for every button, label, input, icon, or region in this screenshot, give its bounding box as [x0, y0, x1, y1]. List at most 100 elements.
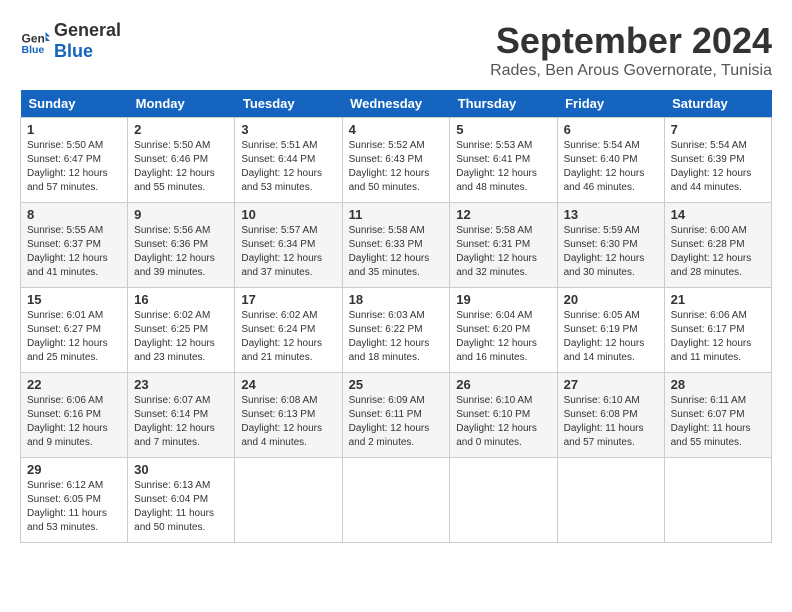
calendar-cell: 13 Sunrise: 5:59 AMSunset: 6:30 PMDaylig… [557, 203, 664, 288]
calendar-cell: 5 Sunrise: 5:53 AMSunset: 6:41 PMDayligh… [450, 118, 557, 203]
svg-text:Blue: Blue [22, 44, 45, 56]
column-header-tuesday: Tuesday [235, 90, 342, 118]
calendar-cell: 7 Sunrise: 5:54 AMSunset: 6:39 PMDayligh… [664, 118, 771, 203]
calendar-cell: 25 Sunrise: 6:09 AMSunset: 6:11 PMDaylig… [342, 373, 450, 458]
logo-text-line1: General [54, 20, 121, 41]
day-info: Sunrise: 6:02 AMSunset: 6:24 PMDaylight:… [241, 310, 322, 363]
calendar-cell: 10 Sunrise: 5:57 AMSunset: 6:34 PMDaylig… [235, 203, 342, 288]
calendar-cell: 23 Sunrise: 6:07 AMSunset: 6:14 PMDaylig… [128, 373, 235, 458]
calendar-cell: 8 Sunrise: 5:55 AMSunset: 6:37 PMDayligh… [21, 203, 128, 288]
calendar-cell: 15 Sunrise: 6:01 AMSunset: 6:27 PMDaylig… [21, 288, 128, 373]
day-info: Sunrise: 6:11 AMSunset: 6:07 PMDaylight:… [671, 395, 751, 448]
calendar-cell: 26 Sunrise: 6:10 AMSunset: 6:10 PMDaylig… [450, 373, 557, 458]
calendar-header-row: SundayMondayTuesdayWednesdayThursdayFrid… [21, 90, 772, 118]
calendar-cell: 30 Sunrise: 6:13 AMSunset: 6:04 PMDaylig… [128, 458, 235, 543]
day-number: 5 [456, 122, 550, 137]
day-info: Sunrise: 5:57 AMSunset: 6:34 PMDaylight:… [241, 225, 322, 278]
day-info: Sunrise: 5:55 AMSunset: 6:37 PMDaylight:… [27, 225, 108, 278]
calendar-cell [450, 458, 557, 543]
calendar-cell: 11 Sunrise: 5:58 AMSunset: 6:33 PMDaylig… [342, 203, 450, 288]
calendar-cell: 1 Sunrise: 5:50 AMSunset: 6:47 PMDayligh… [21, 118, 128, 203]
day-number: 8 [27, 207, 121, 222]
day-info: Sunrise: 6:08 AMSunset: 6:13 PMDaylight:… [241, 395, 322, 448]
day-info: Sunrise: 6:10 AMSunset: 6:08 PMDaylight:… [564, 395, 644, 448]
day-info: Sunrise: 6:06 AMSunset: 6:16 PMDaylight:… [27, 395, 108, 448]
day-info: Sunrise: 5:56 AMSunset: 6:36 PMDaylight:… [134, 225, 215, 278]
day-info: Sunrise: 5:51 AMSunset: 6:44 PMDaylight:… [241, 140, 322, 193]
day-info: Sunrise: 5:50 AMSunset: 6:47 PMDaylight:… [27, 140, 108, 193]
day-number: 20 [564, 292, 658, 307]
calendar-cell: 20 Sunrise: 6:05 AMSunset: 6:19 PMDaylig… [557, 288, 664, 373]
day-number: 6 [564, 122, 658, 137]
day-number: 14 [671, 207, 765, 222]
calendar-cell: 14 Sunrise: 6:00 AMSunset: 6:28 PMDaylig… [664, 203, 771, 288]
calendar-cell [342, 458, 450, 543]
day-number: 29 [27, 462, 121, 477]
day-info: Sunrise: 5:58 AMSunset: 6:33 PMDaylight:… [349, 225, 430, 278]
day-number: 13 [564, 207, 658, 222]
day-number: 2 [134, 122, 228, 137]
day-info: Sunrise: 6:00 AMSunset: 6:28 PMDaylight:… [671, 225, 752, 278]
day-info: Sunrise: 6:13 AMSunset: 6:04 PMDaylight:… [134, 480, 214, 533]
calendar-table: SundayMondayTuesdayWednesdayThursdayFrid… [20, 90, 772, 543]
day-number: 21 [671, 292, 765, 307]
day-number: 30 [134, 462, 228, 477]
day-number: 17 [241, 292, 335, 307]
column-header-wednesday: Wednesday [342, 90, 450, 118]
calendar-cell: 16 Sunrise: 6:02 AMSunset: 6:25 PMDaylig… [128, 288, 235, 373]
day-number: 7 [671, 122, 765, 137]
day-number: 16 [134, 292, 228, 307]
calendar-cell [664, 458, 771, 543]
day-number: 1 [27, 122, 121, 137]
day-info: Sunrise: 6:07 AMSunset: 6:14 PMDaylight:… [134, 395, 215, 448]
day-number: 10 [241, 207, 335, 222]
day-info: Sunrise: 6:02 AMSunset: 6:25 PMDaylight:… [134, 310, 215, 363]
week-row-5: 29 Sunrise: 6:12 AMSunset: 6:05 PMDaylig… [21, 458, 772, 543]
calendar-cell: 4 Sunrise: 5:52 AMSunset: 6:43 PMDayligh… [342, 118, 450, 203]
calendar-cell: 3 Sunrise: 5:51 AMSunset: 6:44 PMDayligh… [235, 118, 342, 203]
week-row-4: 22 Sunrise: 6:06 AMSunset: 6:16 PMDaylig… [21, 373, 772, 458]
day-number: 24 [241, 377, 335, 392]
logo-icon: Gen Blue [20, 26, 50, 56]
calendar-cell: 28 Sunrise: 6:11 AMSunset: 6:07 PMDaylig… [664, 373, 771, 458]
day-info: Sunrise: 5:52 AMSunset: 6:43 PMDaylight:… [349, 140, 430, 193]
day-info: Sunrise: 5:54 AMSunset: 6:39 PMDaylight:… [671, 140, 752, 193]
calendar-cell: 29 Sunrise: 6:12 AMSunset: 6:05 PMDaylig… [21, 458, 128, 543]
calendar-cell: 24 Sunrise: 6:08 AMSunset: 6:13 PMDaylig… [235, 373, 342, 458]
day-info: Sunrise: 6:03 AMSunset: 6:22 PMDaylight:… [349, 310, 430, 363]
day-number: 25 [349, 377, 444, 392]
title-area: September 2024 Rades, Ben Arous Governor… [490, 20, 772, 80]
day-number: 18 [349, 292, 444, 307]
day-info: Sunrise: 5:59 AMSunset: 6:30 PMDaylight:… [564, 225, 645, 278]
calendar-cell: 17 Sunrise: 6:02 AMSunset: 6:24 PMDaylig… [235, 288, 342, 373]
column-header-saturday: Saturday [664, 90, 771, 118]
day-info: Sunrise: 6:01 AMSunset: 6:27 PMDaylight:… [27, 310, 108, 363]
calendar-cell: 18 Sunrise: 6:03 AMSunset: 6:22 PMDaylig… [342, 288, 450, 373]
calendar-cell: 19 Sunrise: 6:04 AMSunset: 6:20 PMDaylig… [450, 288, 557, 373]
day-info: Sunrise: 6:10 AMSunset: 6:10 PMDaylight:… [456, 395, 537, 448]
day-number: 22 [27, 377, 121, 392]
day-number: 3 [241, 122, 335, 137]
calendar-cell [557, 458, 664, 543]
day-info: Sunrise: 6:06 AMSunset: 6:17 PMDaylight:… [671, 310, 752, 363]
column-header-sunday: Sunday [21, 90, 128, 118]
column-header-monday: Monday [128, 90, 235, 118]
column-header-thursday: Thursday [450, 90, 557, 118]
calendar-cell: 12 Sunrise: 5:58 AMSunset: 6:31 PMDaylig… [450, 203, 557, 288]
calendar-cell: 21 Sunrise: 6:06 AMSunset: 6:17 PMDaylig… [664, 288, 771, 373]
day-number: 11 [349, 207, 444, 222]
day-number: 4 [349, 122, 444, 137]
week-row-3: 15 Sunrise: 6:01 AMSunset: 6:27 PMDaylig… [21, 288, 772, 373]
page-header: Gen Blue General Blue September 2024 Rad… [20, 20, 772, 80]
location-subtitle: Rades, Ben Arous Governorate, Tunisia [490, 62, 772, 80]
day-number: 9 [134, 207, 228, 222]
day-info: Sunrise: 5:54 AMSunset: 6:40 PMDaylight:… [564, 140, 645, 193]
calendar-cell [235, 458, 342, 543]
day-number: 26 [456, 377, 550, 392]
day-number: 23 [134, 377, 228, 392]
day-info: Sunrise: 5:50 AMSunset: 6:46 PMDaylight:… [134, 140, 215, 193]
month-year-title: September 2024 [490, 20, 772, 62]
day-info: Sunrise: 6:09 AMSunset: 6:11 PMDaylight:… [349, 395, 430, 448]
day-info: Sunrise: 5:58 AMSunset: 6:31 PMDaylight:… [456, 225, 537, 278]
calendar-cell: 27 Sunrise: 6:10 AMSunset: 6:08 PMDaylig… [557, 373, 664, 458]
